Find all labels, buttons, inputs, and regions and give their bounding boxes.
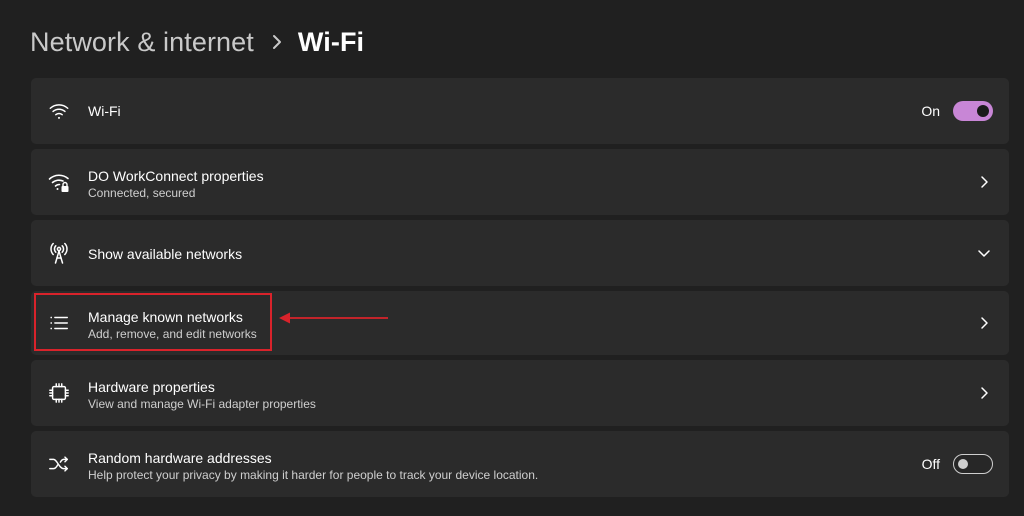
show-available-networks-row[interactable]: Show available networks	[31, 220, 1009, 286]
wifi-toggle-group: On	[921, 101, 993, 121]
chevron-right-icon	[981, 176, 988, 188]
page-title: Wi-Fi	[297, 26, 365, 57]
chip-icon	[47, 381, 71, 405]
row-subtitle: View and manage Wi-Fi adapter properties	[88, 397, 316, 411]
breadcrumb-parent[interactable]: Network & internet	[30, 27, 254, 58]
random-hardware-addresses-row[interactable]: Random hardware addresses Help protect y…	[31, 431, 1009, 497]
row-subtitle: Help protect your privacy by making it h…	[88, 468, 539, 482]
row-title: Hardware properties	[88, 379, 215, 395]
hardware-properties-row[interactable]: Hardware properties View and manage Wi-F…	[31, 360, 1009, 426]
row-title: Random hardware addresses	[88, 450, 272, 466]
breadcrumb: Network & internet Wi-Fi	[30, 20, 364, 64]
row-title: Show available networks	[88, 246, 243, 262]
chevron-right-icon	[981, 317, 988, 329]
wifi-lock-icon	[47, 170, 71, 194]
chevron-right-icon	[272, 34, 282, 50]
row-subtitle: Add, remove, and edit networks	[88, 327, 257, 341]
manage-known-networks-row[interactable]: Manage known networks Add, remove, and e…	[31, 291, 1009, 355]
settings-page: Network & internet Wi-Fi Wi-Fi On DO Wor…	[0, 0, 1024, 516]
antenna-icon	[47, 241, 71, 265]
shuffle-icon	[47, 452, 71, 476]
row-title: DO WorkConnect properties	[88, 168, 264, 184]
toggle-state-label: On	[921, 103, 940, 119]
random-addresses-toggle-switch[interactable]	[953, 454, 993, 474]
chevron-right-icon	[981, 387, 988, 399]
random-addresses-toggle-group: Off	[922, 454, 993, 474]
wifi-toggle-row[interactable]: Wi-Fi On	[31, 78, 1009, 144]
toggle-state-label: Off	[921, 456, 940, 472]
toggle-knob	[958, 459, 968, 469]
wifi-icon	[47, 99, 71, 123]
row-title: Wi-Fi	[88, 103, 121, 119]
row-title: Manage known networks	[88, 309, 243, 325]
toggle-knob	[977, 105, 989, 117]
network-properties-row[interactable]: DO WorkConnect properties Connected, sec…	[31, 149, 1009, 215]
chevron-down-icon	[978, 250, 990, 257]
row-subtitle: Connected, secured	[88, 186, 196, 200]
wifi-toggle-switch[interactable]	[953, 101, 993, 121]
list-icon	[47, 311, 71, 335]
